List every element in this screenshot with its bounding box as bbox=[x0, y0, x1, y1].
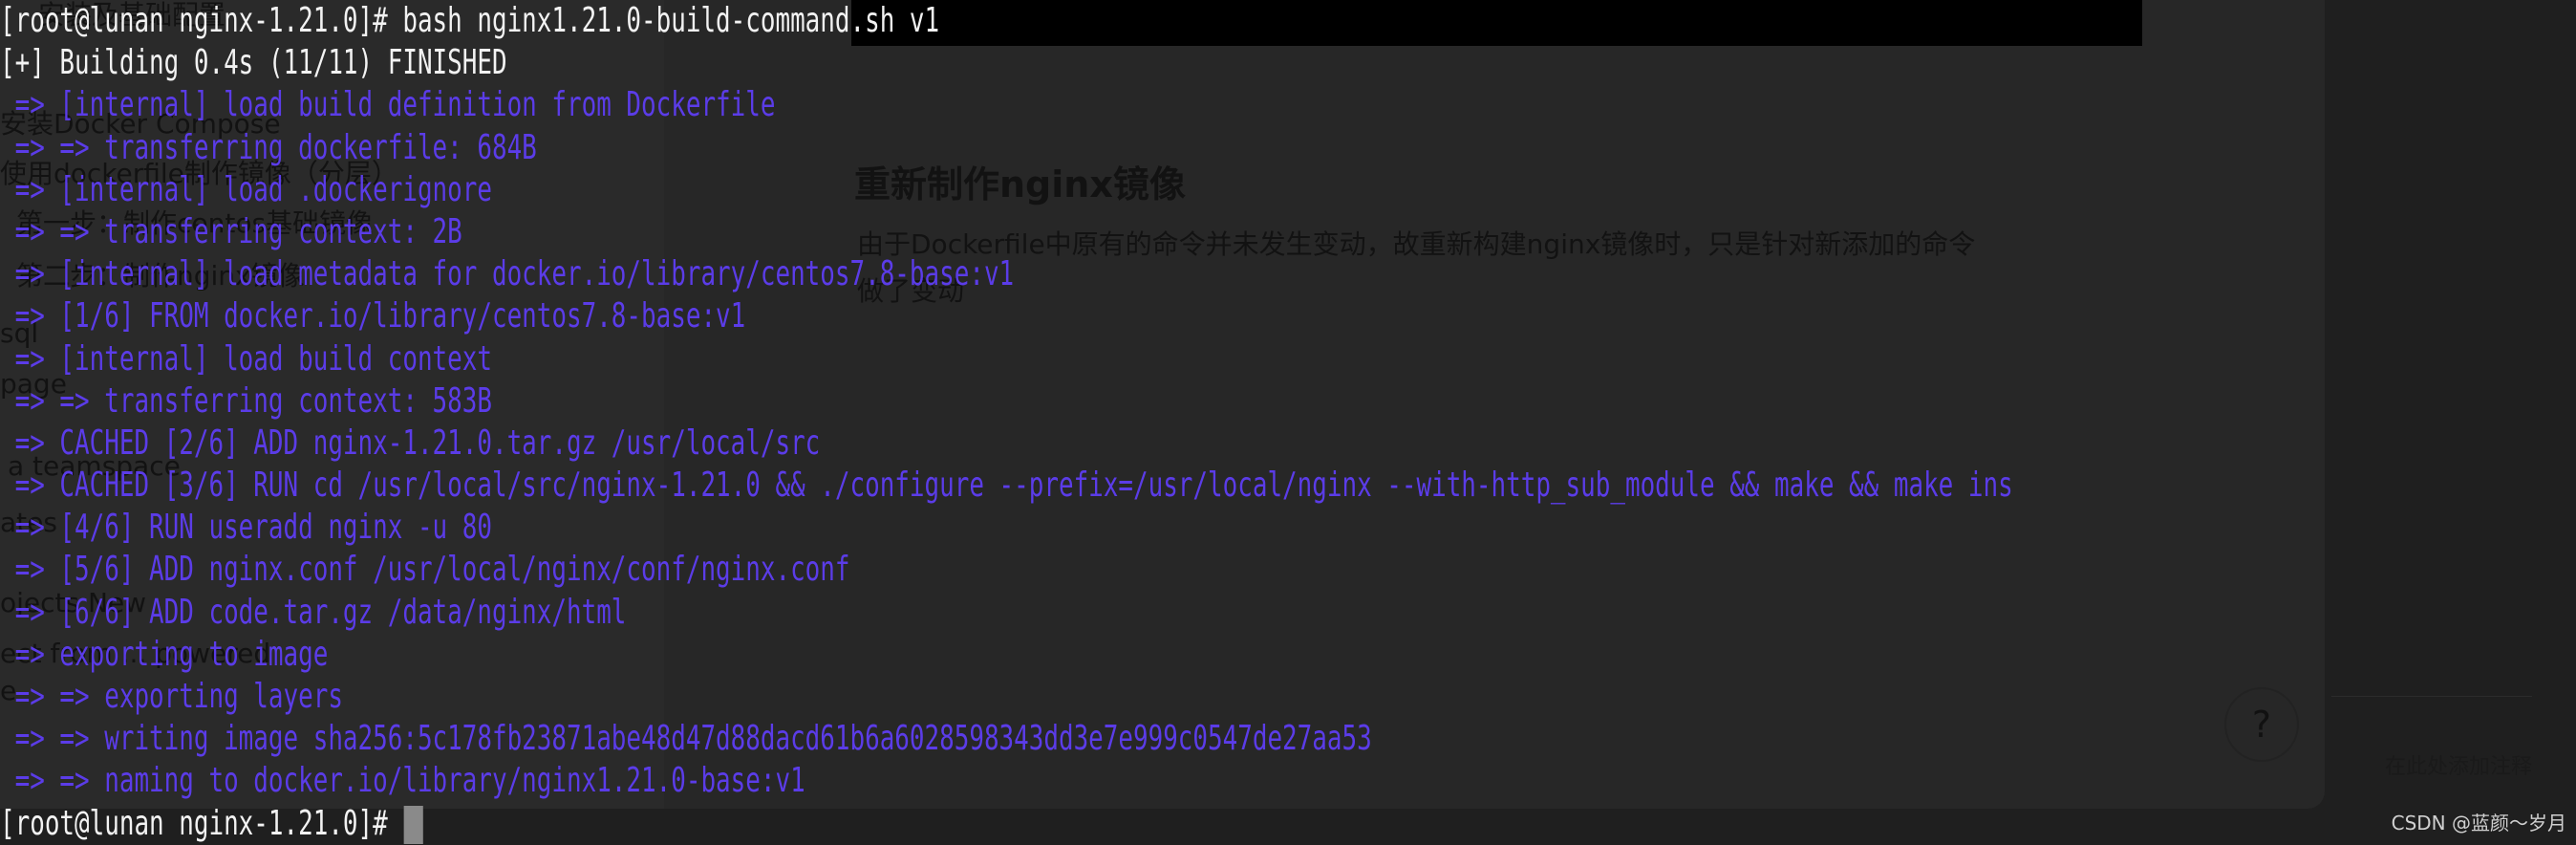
sidebar-item: 安装及基础配置 bbox=[38, 0, 226, 31]
prompt-line[interactable]: [root@lunan nginx-1.21.0]# bbox=[0, 803, 2545, 845]
sidebar-item: ojects New bbox=[0, 587, 147, 618]
watermark: CSDN @蓝颜～岁月 bbox=[2391, 812, 2566, 834]
help-button[interactable]: ? bbox=[2224, 687, 2299, 762]
doc-paragraph: 做了变动 bbox=[857, 275, 965, 307]
sidebar-item: ect from ... powered bbox=[0, 638, 271, 669]
sidebar-item: ates bbox=[0, 507, 57, 538]
sidebar-item: a teamspace bbox=[8, 450, 181, 482]
sidebar-item: 第一步：制作centos基础镜像 bbox=[16, 207, 374, 239]
terminal-title-bar bbox=[851, 0, 2142, 46]
cursor bbox=[403, 805, 423, 844]
sidebar-item: page bbox=[0, 368, 67, 400]
question-icon: ? bbox=[2251, 704, 2272, 746]
sidebar-item: 安装Docker Compose bbox=[0, 108, 281, 140]
sidebar-item: sql bbox=[0, 317, 39, 349]
prompt: [root@lunan nginx-1.21.0]# bbox=[0, 803, 403, 843]
comment-input[interactable]: 在此处添加注释 bbox=[2385, 749, 2532, 780]
sidebar-item: 使用dockerfile制作镜像（分层） bbox=[0, 158, 398, 189]
sidebar-item: e bbox=[0, 675, 17, 706]
divider bbox=[2331, 696, 2532, 697]
sidebar-item: 第二步：制作nginx镜像 bbox=[16, 260, 305, 292]
doc-heading: 重新制作nginx镜像 bbox=[854, 163, 1186, 206]
doc-paragraph: 由于Dockerfile中原有的命令并未发生变动，故重新构建nginx镜像时，只… bbox=[857, 228, 1976, 260]
